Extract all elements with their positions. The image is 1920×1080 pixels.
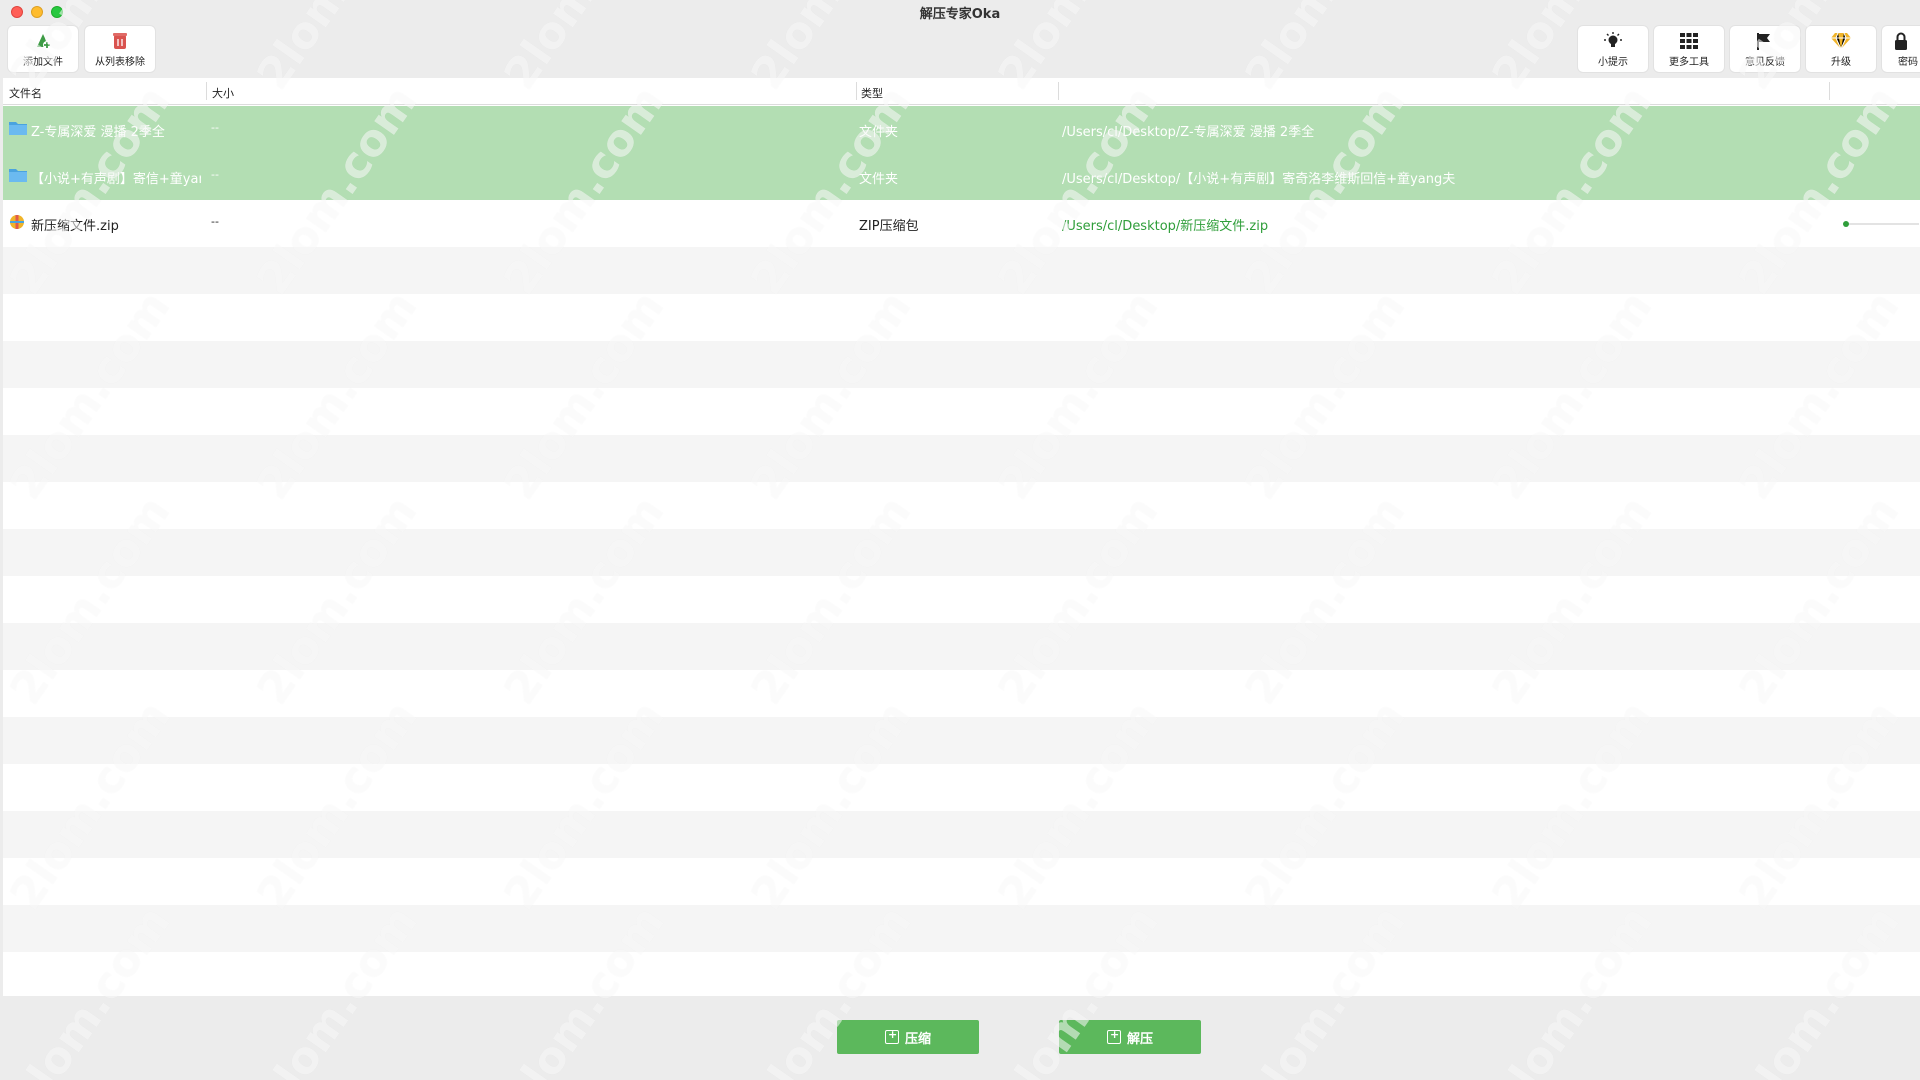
compress-label: 压缩 (904, 1031, 931, 1047)
extract-label: 解压 (1126, 1031, 1153, 1047)
add-file-button[interactable]: 添加文件 (8, 26, 78, 72)
empty-row (3, 623, 1920, 670)
file-size: -- (211, 121, 219, 134)
file-size: -- (211, 168, 219, 181)
empty-row (3, 670, 1920, 717)
toolbar: 添加文件 从列表移除 小提示 更多工具 意见反馈 升级 密码 (0, 24, 1920, 74)
extract-icon (1106, 1028, 1121, 1044)
gem-icon (1830, 31, 1852, 51)
folder-icon (8, 119, 28, 137)
empty-row (3, 905, 1920, 952)
file-path: /Users/cl/Desktop/【小说+有声剧】寄奇洛李维斯回信+童yang… (1062, 172, 1456, 187)
progress-track (1849, 223, 1919, 225)
file-type: ZIP压缩包 (859, 219, 919, 234)
empty-row (3, 717, 1920, 764)
empty-row (3, 858, 1920, 905)
column-divider[interactable] (856, 82, 857, 100)
column-divider[interactable] (206, 82, 207, 100)
window-title: 解压专家Oka (919, 7, 1001, 22)
more-tools-button[interactable]: 更多工具 (1654, 26, 1724, 72)
table-header: 文件名 大小 类型 (3, 78, 1920, 105)
more-tools-label: 更多工具 (1669, 56, 1709, 68)
tips-button[interactable]: 小提示 (1578, 26, 1648, 72)
file-table: 文件名 大小 类型 Z-专属深爱 漫播 2季全 -- 文件夹 /Users/cl… (3, 78, 1920, 996)
password-label: 密码 (1898, 56, 1918, 68)
feedback-button[interactable]: 意见反馈 (1730, 26, 1800, 72)
file-name: 新压缩文件.zip (31, 219, 119, 234)
empty-row (3, 952, 1920, 996)
upgrade-label: 升级 (1831, 56, 1851, 68)
column-header-size[interactable]: 大小 (212, 85, 234, 101)
file-name: 【小说+有声剧】寄信+童yang夫 (31, 172, 201, 187)
empty-row (3, 247, 1920, 294)
column-divider[interactable] (1058, 82, 1059, 100)
tips-label: 小提示 (1598, 56, 1628, 68)
remove-from-list-button[interactable]: 从列表移除 (85, 26, 155, 72)
empty-row (3, 529, 1920, 576)
compress-icon (884, 1028, 899, 1044)
zip-icon (8, 213, 28, 231)
password-button[interactable]: 密码 (1882, 26, 1920, 72)
file-type: 文件夹 (859, 172, 899, 187)
column-divider[interactable] (1829, 82, 1830, 100)
bottom-bar: 压缩 解压 (0, 997, 1920, 1080)
empty-row (3, 341, 1920, 388)
file-path: /Users/cl/Desktop/新压缩文件.zip (1062, 219, 1269, 234)
folder-icon (8, 166, 28, 184)
table-row[interactable]: Z-专属深爱 漫播 2季全 -- 文件夹 /Users/cl/Desktop/Z… (3, 106, 1920, 153)
file-path: /Users/cl/Desktop/Z-专属深爱 漫播 2季全 (1062, 125, 1315, 140)
extract-button[interactable]: 解压 (1059, 1020, 1201, 1054)
file-name: Z-专属深爱 漫播 2季全 (31, 125, 165, 140)
column-header-type[interactable]: 类型 (861, 85, 883, 101)
feedback-label: 意见反馈 (1745, 56, 1785, 68)
flag-icon (1754, 31, 1776, 51)
empty-row (3, 435, 1920, 482)
lock-icon (1890, 31, 1912, 51)
empty-row (3, 482, 1920, 529)
trash-icon (109, 31, 131, 51)
file-type: 文件夹 (859, 125, 899, 140)
empty-row (3, 388, 1920, 435)
grid-icon (1678, 31, 1700, 51)
empty-row (3, 811, 1920, 858)
remove-from-list-label: 从列表移除 (95, 56, 145, 68)
table-row[interactable]: 【小说+有声剧】寄信+童yang夫 -- 文件夹 /Users/cl/Deskt… (3, 153, 1920, 200)
add-file-icon (32, 31, 54, 51)
empty-row (3, 764, 1920, 811)
table-row[interactable]: 新压缩文件.zip -- ZIP压缩包 /Users/cl/Desktop/新压… (3, 200, 1920, 247)
column-header-name[interactable]: 文件名 (9, 85, 42, 101)
add-file-label: 添加文件 (23, 56, 63, 68)
compress-button[interactable]: 压缩 (837, 1020, 979, 1054)
empty-row (3, 294, 1920, 341)
lightbulb-icon (1602, 31, 1624, 51)
app-window: 解压专家Oka 添加文件 从列表移除 小提示 更多工具 意见反馈 升级 密码 文… (0, 0, 1920, 1080)
file-size: -- (211, 215, 219, 228)
upgrade-button[interactable]: 升级 (1806, 26, 1876, 72)
title-bar: 解压专家Oka (0, 0, 1920, 22)
empty-row (3, 576, 1920, 623)
